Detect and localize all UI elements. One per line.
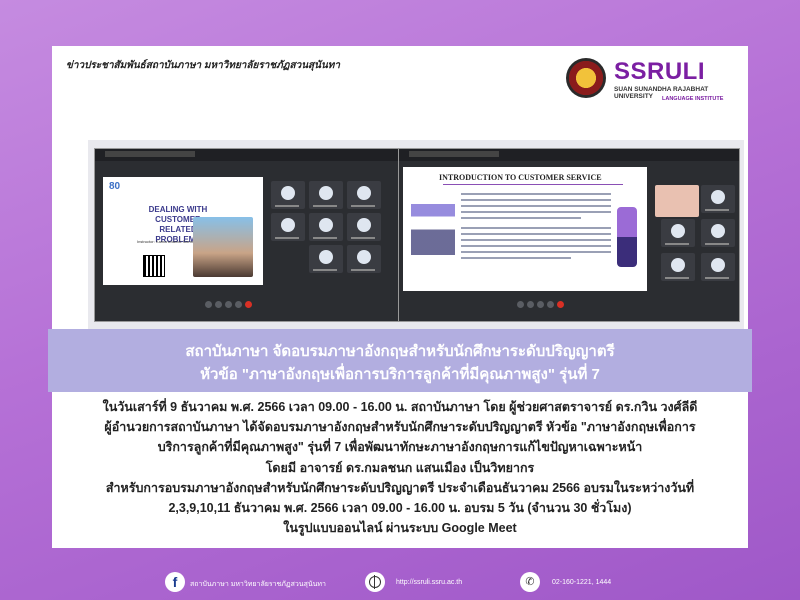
slide-number: 80: [109, 181, 121, 192]
globe-icon[interactable]: [365, 572, 385, 592]
window-titlebar: [95, 149, 411, 161]
slide-title: INTRODUCTION TO CUSTOMER SERVICE: [439, 173, 602, 182]
facebook-icon[interactable]: f: [165, 572, 185, 592]
participant-tile: [701, 253, 735, 281]
participant-tile: [271, 213, 305, 241]
reactions-button[interactable]: [235, 301, 242, 308]
meeting-screenshot-right: INTRODUCTION TO CUSTOMER SERVICE: [398, 148, 740, 322]
camera-button[interactable]: [215, 301, 222, 308]
body-text-line: สำหรับการอบรมภาษาอังกฤษสำหรับนักศึกษาระด…: [105, 481, 695, 495]
title-banner: สถาบันภาษา จัดอบรมภาษาอังกฤษสำหรับนักศึก…: [48, 329, 752, 392]
presentation-slide: INTRODUCTION TO CUSTOMER SERVICE: [403, 167, 647, 291]
slide-text-line: [461, 257, 571, 259]
banner-title-line2: หัวข้อ "ภาษาอังกฤษเพื่อการบริการลูกค้าที…: [200, 366, 600, 383]
participant-tile: [309, 245, 343, 273]
slide-text-line: [461, 227, 611, 229]
leave-call-button[interactable]: [245, 301, 252, 308]
participant-tile: [701, 185, 735, 213]
participant-tile: [701, 219, 735, 247]
body-text-line: บริการลูกค้าที่มีคุณภาพสูง" รุ่นที่ 7 เพ…: [157, 440, 643, 454]
presentation-slide: 80 DEALING WITH CUSTOMER RELATED PROBLEM…: [103, 177, 263, 285]
body-text-line: ในรูปแบบออนไลน์ ผ่านระบบ Google Meet: [283, 521, 517, 535]
slide-underline: [443, 184, 623, 185]
participant-tile: [309, 181, 343, 209]
logo-institute-text: LANGUAGE INSTITUTE: [662, 96, 724, 102]
participant-tile: [661, 219, 695, 247]
slide-text-line: [461, 239, 611, 241]
footer-phone-text[interactable]: 02-160-1221, 1444: [552, 579, 611, 586]
phone-icon[interactable]: ✆: [520, 572, 540, 592]
participant-tile: [271, 181, 305, 209]
slide-figure: [617, 207, 637, 267]
footer-facebook-text[interactable]: สถาบันภาษา มหาวิทยาลัยราชภัฏสวนสุนันทา: [190, 579, 326, 590]
group-photo: [193, 217, 253, 277]
banner-title-line1: สถาบันภาษา จัดอบรมภาษาอังกฤษสำหรับนักศึก…: [185, 343, 615, 360]
body-text-line: ผู้อำนวยการสถาบันภาษา ได้จัดอบรมภาษาอังก…: [104, 420, 696, 434]
mic-button[interactable]: [205, 301, 212, 308]
presenter-camera: [655, 185, 699, 217]
leave-call-button[interactable]: [557, 301, 564, 308]
slide-text-line: [461, 199, 611, 201]
participant-tile: [661, 253, 695, 281]
slide-illustration: [411, 191, 455, 255]
ssruli-logo: SSRULI SUAN SUNANDHA RAJABHAT UNIVERSITY…: [566, 56, 732, 108]
participant-tile: [347, 245, 381, 273]
window-titlebar: [399, 149, 739, 161]
slide-text-line: [461, 211, 611, 213]
present-button[interactable]: [537, 301, 544, 308]
university-seal-icon: [566, 58, 606, 98]
body-text-line: ในวันเสาร์ที่ 9 ธันวาคม พ.ศ. 2566 เวลา 0…: [102, 400, 698, 414]
logo-main-text: SSRULI: [614, 58, 706, 85]
present-button[interactable]: [225, 301, 232, 308]
participant-tile: [347, 213, 381, 241]
slide-text-line: [461, 205, 611, 207]
reactions-button[interactable]: [547, 301, 554, 308]
slide-text-line: [461, 193, 611, 195]
header-caption: ข่าวประชาสัมพันธ์สถาบันภาษา มหาวิทยาลัยร…: [66, 60, 341, 71]
participant-tile: [347, 181, 381, 209]
body-text-line: 2,3,9,10,11 ธันวาคม พ.ศ. 2566 เวลา 09.00…: [168, 501, 632, 515]
mic-button[interactable]: [517, 301, 524, 308]
qr-code-icon: [143, 255, 165, 277]
slide-text-line: [461, 245, 611, 247]
slide-text-line: [461, 217, 581, 219]
slide-text-line: [461, 233, 611, 235]
slide-text-line: [461, 251, 611, 253]
camera-button[interactable]: [527, 301, 534, 308]
body-text-line: โดยมี อาจารย์ ดร.กมลชนก แสนเมือง เป็นวิท…: [265, 461, 535, 475]
footer-website-link[interactable]: http://ssruli.ssru.ac.th: [396, 579, 462, 586]
participant-tile: [309, 213, 343, 241]
meeting-screenshot-left: 80 DEALING WITH CUSTOMER RELATED PROBLEM…: [94, 148, 412, 322]
